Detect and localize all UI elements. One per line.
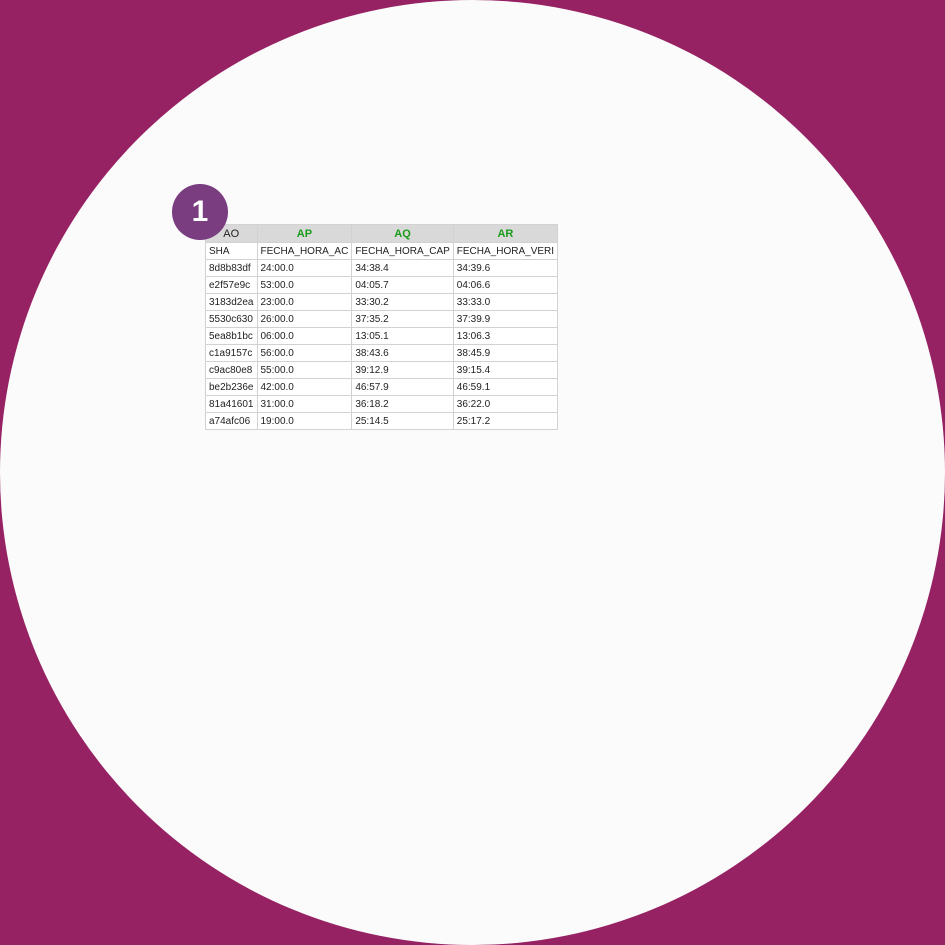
cell-fecha-hora-veri[interactable]: 37:39.9	[452, 310, 559, 328]
cell-header-fecha-hora-cap[interactable]: FECHA_HORA_CAP	[351, 242, 454, 260]
column-header-ar[interactable]: AR	[452, 224, 559, 243]
table-row: 8d8b83df 24:00.0 34:38.4 34:39.6	[205, 259, 559, 277]
table-row: e2f57e9c 53:00.0 04:05.7 04:06.6	[205, 276, 559, 294]
cell-sha[interactable]: 5530c630	[205, 310, 258, 328]
cell-header-fecha-hora-ac[interactable]: FECHA_HORA_AC	[256, 242, 353, 260]
table-row: be2b236e 42:00.0 46:57.9 46:59.1	[205, 378, 559, 396]
cell-fecha-hora-cap[interactable]: 37:35.2	[351, 310, 454, 328]
table-row: 5530c630 26:00.0 37:35.2 37:39.9	[205, 310, 559, 328]
cell-sha[interactable]: be2b236e	[205, 378, 258, 396]
cell-fecha-hora-ac[interactable]: 26:00.0	[256, 310, 353, 328]
cell-sha[interactable]: 8d8b83df	[205, 259, 258, 277]
cell-fecha-hora-veri[interactable]: 34:39.6	[452, 259, 559, 277]
cell-fecha-hora-cap[interactable]: 34:38.4	[351, 259, 454, 277]
cell-fecha-hora-veri[interactable]: 39:15.4	[452, 361, 559, 379]
cell-fecha-hora-cap[interactable]: 04:05.7	[351, 276, 454, 294]
table-row: a74afc06 19:00.0 25:14.5 25:17.2	[205, 412, 559, 430]
cell-fecha-hora-ac[interactable]: 56:00.0	[256, 344, 353, 362]
spreadsheet-table: AO AP AQ AR SHA FECHA_HORA_AC FECHA_HORA…	[205, 224, 559, 430]
column-letter-row: AO AP AQ AR	[205, 224, 559, 243]
cell-fecha-hora-veri[interactable]: 25:17.2	[452, 412, 559, 430]
cell-fecha-hora-ac[interactable]: 53:00.0	[256, 276, 353, 294]
cell-fecha-hora-veri[interactable]: 33:33.0	[452, 293, 559, 311]
cell-fecha-hora-veri[interactable]: 46:59.1	[452, 378, 559, 396]
table-row: c9ac80e8 55:00.0 39:12.9 39:15.4	[205, 361, 559, 379]
table-row: 5ea8b1bc 06:00.0 13:05.1 13:06.3	[205, 327, 559, 345]
cell-sha[interactable]: 81a41601	[205, 395, 258, 413]
table-row: 81a41601 31:00.0 36:18.2 36:22.0	[205, 395, 559, 413]
cell-fecha-hora-cap[interactable]: 33:30.2	[351, 293, 454, 311]
cell-fecha-hora-ac[interactable]: 23:00.0	[256, 293, 353, 311]
cell-sha[interactable]: 5ea8b1bc	[205, 327, 258, 345]
cell-fecha-hora-ac[interactable]: 24:00.0	[256, 259, 353, 277]
cell-fecha-hora-cap[interactable]: 38:43.6	[351, 344, 454, 362]
cell-sha[interactable]: 3183d2ea	[205, 293, 258, 311]
cell-fecha-hora-ac[interactable]: 42:00.0	[256, 378, 353, 396]
cell-sha[interactable]: c9ac80e8	[205, 361, 258, 379]
cell-fecha-hora-ac[interactable]: 19:00.0	[256, 412, 353, 430]
cell-fecha-hora-cap[interactable]: 39:12.9	[351, 361, 454, 379]
cell-fecha-hora-cap[interactable]: 46:57.9	[351, 378, 454, 396]
step-number-badge: 1	[172, 184, 228, 240]
cell-fecha-hora-veri[interactable]: 04:06.6	[452, 276, 559, 294]
table-row: c1a9157c 56:00.0 38:43.6 38:45.9	[205, 344, 559, 362]
cell-fecha-hora-cap[interactable]: 13:05.1	[351, 327, 454, 345]
cell-fecha-hora-veri[interactable]: 38:45.9	[452, 344, 559, 362]
cell-sha[interactable]: e2f57e9c	[205, 276, 258, 294]
field-name-row: SHA FECHA_HORA_AC FECHA_HORA_CAP FECHA_H…	[205, 242, 559, 260]
column-header-ap[interactable]: AP	[256, 224, 353, 243]
table-row: 3183d2ea 23:00.0 33:30.2 33:33.0	[205, 293, 559, 311]
cell-fecha-hora-ac[interactable]: 55:00.0	[256, 361, 353, 379]
column-header-aq[interactable]: AQ	[351, 224, 454, 243]
cell-fecha-hora-veri[interactable]: 36:22.0	[452, 395, 559, 413]
cell-sha[interactable]: a74afc06	[205, 412, 258, 430]
cell-fecha-hora-veri[interactable]: 13:06.3	[452, 327, 559, 345]
cell-header-sha[interactable]: SHA	[205, 242, 258, 260]
cell-sha[interactable]: c1a9157c	[205, 344, 258, 362]
cell-fecha-hora-ac[interactable]: 06:00.0	[256, 327, 353, 345]
cell-fecha-hora-cap[interactable]: 25:14.5	[351, 412, 454, 430]
cell-fecha-hora-ac[interactable]: 31:00.0	[256, 395, 353, 413]
cell-fecha-hora-cap[interactable]: 36:18.2	[351, 395, 454, 413]
cell-header-fecha-hora-veri[interactable]: FECHA_HORA_VERI	[452, 242, 559, 260]
background-circle	[0, 0, 945, 945]
